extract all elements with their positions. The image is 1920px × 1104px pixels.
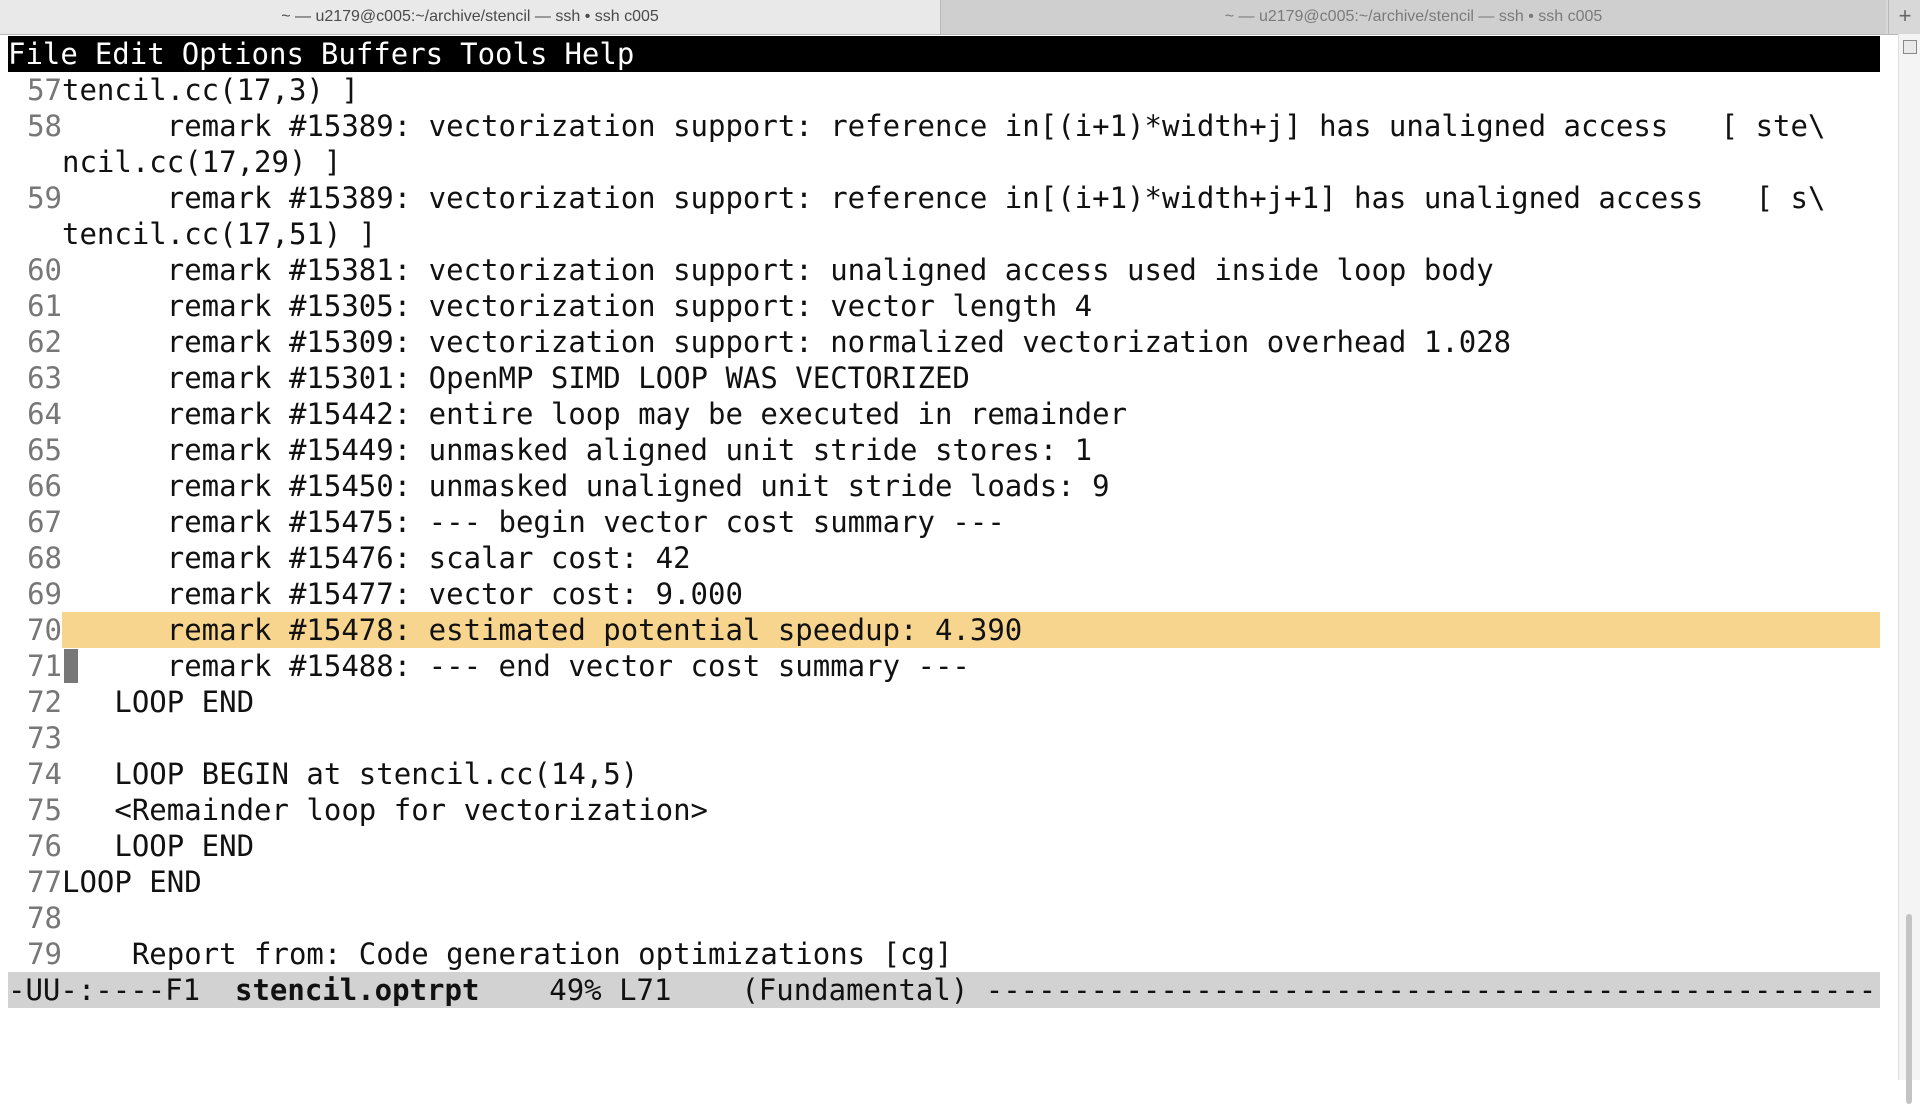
line-number: 60: [27, 253, 62, 287]
text-cursor: [64, 649, 78, 683]
scrollbar-thumb[interactable]: [1906, 914, 1912, 1104]
line-text: remark #15301: OpenMP SIMD LOOP WAS VECT…: [62, 361, 970, 395]
line-number: 75: [27, 793, 62, 827]
line-number: 68: [27, 541, 62, 575]
buffer-line[interactable]: 72 LOOP END: [8, 684, 254, 720]
line-text: remark #15309: vectorization support: no…: [62, 325, 1512, 359]
modeline-position: 49% L71: [479, 973, 742, 1007]
line-text: LOOP BEGIN at stencil.cc(14,5): [62, 757, 639, 791]
buffer-line[interactable]: 66 remark #15450: unmasked unaligned uni…: [8, 468, 1110, 504]
modeline-fill: ----------------------------------------…: [985, 973, 1880, 1007]
line-number: 63: [27, 361, 62, 395]
line-text: remark #15477: vector cost: 9.000: [62, 577, 743, 611]
line-number: 57: [27, 73, 62, 107]
line-text: remark #15381: vectorization support: un…: [62, 253, 1494, 287]
menu-edit[interactable]: Edit: [95, 36, 165, 72]
line-text: remark #15449: unmasked aligned unit str…: [62, 433, 1093, 467]
new-tab-button[interactable]: +: [1888, 0, 1920, 34]
line-number: 70: [27, 613, 62, 647]
line-text: remark #15476: scalar cost: 42: [62, 541, 691, 575]
buffer-line[interactable]: 68 remark #15476: scalar cost: 42: [8, 540, 691, 576]
menu-help[interactable]: Help: [564, 36, 634, 72]
line-text: LOOP END: [62, 865, 202, 899]
scrollbar[interactable]: [1898, 34, 1920, 1104]
line-number: 77: [27, 865, 62, 899]
editor-buffer[interactable]: 57tencil.cc(17,3) ] 58 remark #15389: vec…: [8, 72, 1880, 972]
buffer-line[interactable]: 71 remark #15488: --- end vector cost su…: [8, 648, 970, 684]
line-text: remark #15450: unmasked unaligned unit s…: [62, 469, 1110, 503]
line-number: 64: [27, 397, 62, 431]
buffer-line[interactable]: 77LOOP END: [8, 864, 202, 900]
buffer-line[interactable]: 69 remark #15477: vector cost: 9.000: [8, 576, 743, 612]
line-text: remark #15478: estimated potential speed…: [62, 613, 1023, 647]
mode-line: -UU-:----F1 stencil.optrpt 49% L71 (Fund…: [8, 972, 1880, 1008]
line-number: 67: [27, 505, 62, 539]
line-number: 58: [27, 109, 62, 143]
menu-file[interactable]: File: [8, 36, 78, 72]
line-text: Report from: Code generation optimizatio…: [62, 937, 953, 971]
buffer-line[interactable]: 61 remark #15305: vectorization support:…: [8, 288, 1092, 324]
line-number: 76: [27, 829, 62, 863]
line-text: remark #15442: entire loop may be execut…: [62, 397, 1128, 431]
line-number: 74: [27, 757, 62, 791]
terminal-tab-bar: ~ — u2179@c005:~/archive/stencil — ssh •…: [0, 0, 1920, 35]
buffer-line[interactable]: 59 remark #15389: vectorization support:…: [8, 180, 1825, 216]
modeline-major-mode: (Fundamental): [741, 973, 986, 1007]
wrapped-line-continuation: tencil.cc(17,51) ]: [62, 217, 377, 251]
line-text: remark #15305: vectorization support: ve…: [62, 289, 1093, 323]
line-number: 78: [27, 901, 62, 935]
line-number: 71: [27, 649, 62, 683]
scrollbar-button-icon[interactable]: [1903, 40, 1917, 54]
line-text: LOOP END: [62, 685, 255, 719]
buffer-line[interactable]: 65 remark #15449: unmasked aligned unit …: [8, 432, 1092, 468]
line-number: 69: [27, 577, 62, 611]
buffer-line[interactable]: 75 <Remainder loop for vectorization>: [8, 792, 708, 828]
emacs-menu-bar: File Edit Options Buffers Tools Help: [8, 36, 1880, 72]
line-number: 62: [27, 325, 62, 359]
line-number: 59: [27, 181, 62, 215]
buffer-line[interactable]: 58 remark #15389: vectorization support:…: [8, 108, 1825, 144]
line-text: remark #15475: --- begin vector cost sum…: [62, 505, 1005, 539]
menu-buffers[interactable]: Buffers: [321, 36, 443, 72]
buffer-line[interactable]: 67 remark #15475: --- begin vector cost …: [8, 504, 1005, 540]
buffer-line[interactable]: 74 LOOP BEGIN at stencil.cc(14,5): [8, 756, 638, 792]
buffer-line[interactable]: 64 remark #15442: entire loop may be exe…: [8, 396, 1127, 432]
line-number: 61: [27, 289, 62, 323]
wrapped-line-continuation: ncil.cc(17,29) ]: [62, 145, 342, 179]
buffer-line[interactable]: 73: [8, 720, 62, 756]
modeline-buffer-name: stencil.optrpt: [234, 973, 480, 1007]
buffer-line[interactable]: 62 remark #15309: vectorization support:…: [8, 324, 1511, 360]
buffer-line[interactable]: 78: [8, 900, 62, 936]
buffer-line[interactable]: 79 Report from: Code generation optimiza…: [8, 936, 952, 972]
line-text: remark #15488: --- end vector cost summa…: [62, 649, 970, 683]
line-number: 65: [27, 433, 62, 467]
modeline-status: -UU-:----F1: [8, 973, 235, 1007]
buffer-line[interactable]: 76 LOOP END: [8, 828, 254, 864]
line-number: 73: [27, 721, 62, 755]
line-text: remark #15389: vectorization support: re…: [62, 109, 1826, 143]
terminal-tab-active[interactable]: ~ — u2179@c005:~/archive/stencil — ssh •…: [0, 0, 941, 34]
line-text: <Remainder loop for vectorization>: [62, 793, 709, 827]
menu-options[interactable]: Options: [182, 36, 304, 72]
line-number: 79: [27, 937, 62, 971]
menu-tools[interactable]: Tools: [460, 36, 547, 72]
line-number: 66: [27, 469, 62, 503]
line-text: LOOP END: [62, 829, 255, 863]
terminal-tab-inactive[interactable]: ~ — u2179@c005:~/archive/stencil — ssh •…: [941, 0, 1886, 34]
buffer-line[interactable]: 60 remark #15381: vectorization support:…: [8, 252, 1494, 288]
line-number: 72: [27, 685, 62, 719]
buffer-line[interactable]: 63 remark #15301: OpenMP SIMD LOOP WAS V…: [8, 360, 970, 396]
buffer-line[interactable]: 70 remark #15478: estimated potential sp…: [8, 612, 1022, 648]
line-text: remark #15389: vectorization support: re…: [62, 181, 1826, 215]
line-text: tencil.cc(17,3) ]: [62, 73, 359, 107]
buffer-line[interactable]: 57tencil.cc(17,3) ]: [8, 72, 359, 108]
